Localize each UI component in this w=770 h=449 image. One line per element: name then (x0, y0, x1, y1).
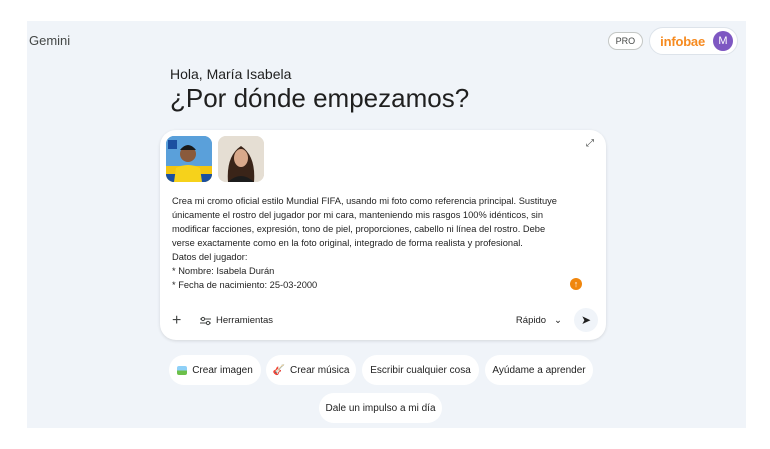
account-switcher[interactable]: infobae M (649, 27, 738, 55)
chip-help-me-learn[interactable]: Ayúdame a aprender (485, 355, 593, 385)
prompt-composer: ⤢ Crea mi cromo oficial estilo Mundial F… (160, 130, 606, 340)
greeting: Hola, María Isabela (170, 66, 292, 82)
tools-button[interactable]: Herramientas (200, 315, 273, 326)
chip-label: Escribir cualquier cosa (370, 364, 471, 376)
upload-icon[interactable]: ↑ (570, 278, 582, 290)
send-button[interactable]: ➤ (574, 308, 598, 332)
guitar-icon: 🎸 (272, 364, 285, 376)
add-attachment-button[interactable]: + (172, 312, 181, 330)
tools-label: Herramientas (216, 315, 274, 326)
chip-label: Crear imagen (192, 364, 253, 376)
prompt-input[interactable]: Crea mi cromo oficial estilo Mundial FIF… (172, 194, 577, 292)
tools-sliders-icon (200, 316, 211, 325)
prompt-line: * Nombre: Isabela Durán (172, 266, 275, 276)
gemini-app: Gemini PRO infobae M Hola, María Isabela… (27, 21, 746, 428)
chip-label: Ayúdame a aprender (492, 364, 586, 376)
chip-write-anything[interactable]: Escribir cualquier cosa (362, 355, 479, 385)
prompt-line: verse exactamente como en la foto origin… (172, 238, 523, 248)
chevron-down-icon: ⌄ (554, 315, 562, 326)
chip-label: Dale un impulso a mi día (325, 402, 436, 414)
model-label: Rápido (515, 315, 547, 326)
app-brand[interactable]: Gemini (29, 33, 70, 48)
chip-create-music[interactable]: 🎸 Crear música (266, 355, 356, 385)
prompt-line: Crea mi cromo oficial estilo Mundial FIF… (172, 196, 557, 206)
chip-label: Crear música (289, 364, 350, 376)
page-title: ¿Por dónde empezamos? (170, 83, 470, 113)
composer-toolbar: + Herramientas Rápido ⌄ ➤ (160, 308, 606, 334)
prompt-line: modificar facciones, expresión, tono de … (172, 224, 546, 234)
avatar[interactable]: M (713, 31, 733, 51)
top-right-controls: PRO infobae M (607, 27, 738, 55)
prompt-line: Datos del jugador: (172, 252, 248, 262)
chip-create-image[interactable]: Crear imagen (169, 355, 261, 385)
attachment-thumbnail-2[interactable] (218, 136, 264, 182)
infobae-logo: infobae (660, 33, 705, 49)
pro-badge[interactable]: PRO (607, 32, 644, 50)
prompt-line: únicamente el rostro del jugador por mi … (172, 210, 544, 220)
attachment-thumbnail-1[interactable] (166, 136, 212, 182)
soccer-player-photo-icon (166, 136, 212, 182)
chip-boost-my-day[interactable]: Dale un impulso a mi día (319, 393, 442, 423)
prompt-line: * Fecha de nacimiento: 25-03-2000 (172, 280, 318, 290)
model-selector[interactable]: Rápido ⌄ (516, 315, 562, 326)
image-icon (177, 365, 188, 375)
expand-icon[interactable]: ⤢ (586, 138, 594, 149)
woman-portrait-photo-icon (218, 136, 264, 182)
